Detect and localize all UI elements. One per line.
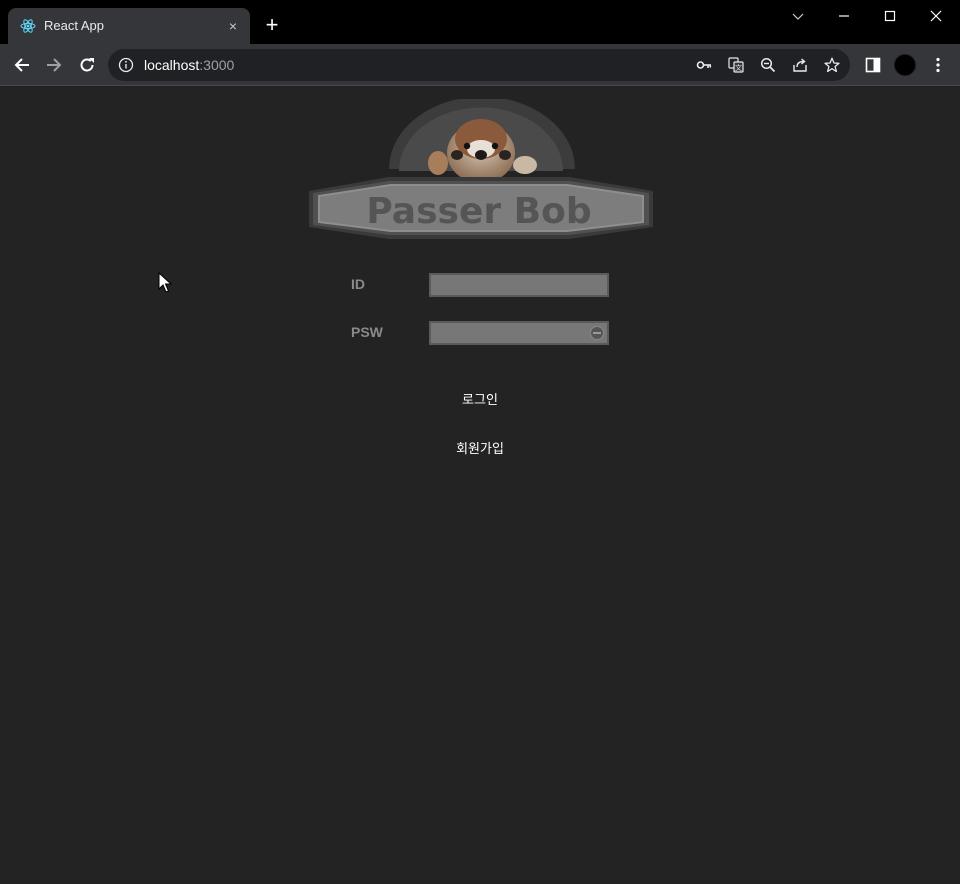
url-text[interactable]: localhost:3000 (144, 57, 234, 73)
login-button-label: 로그인 (462, 393, 498, 408)
browser-toolbar: localhost:3000 文 (0, 44, 960, 86)
star-icon[interactable] (824, 57, 840, 73)
browser-window: React App × + localhost:3000 文 Passer Bo… (0, 0, 960, 884)
profile-avatar[interactable] (894, 54, 916, 76)
password-input[interactable] (429, 321, 609, 345)
react-icon (20, 18, 36, 34)
tab-title: React App (44, 18, 104, 33)
share-icon[interactable] (792, 57, 808, 73)
menu-icon[interactable] (926, 53, 950, 77)
side-panel-icon[interactable] (861, 53, 885, 77)
translate-icon[interactable]: 文 (728, 57, 744, 73)
key-icon[interactable] (696, 57, 712, 73)
info-icon[interactable] (118, 57, 134, 78)
minimize-icon[interactable] (821, 0, 867, 32)
tab-search-icon[interactable] (775, 0, 821, 32)
new-tab-button[interactable]: + (260, 14, 284, 38)
close-icon[interactable] (913, 0, 959, 32)
back-icon[interactable] (10, 53, 34, 77)
id-input[interactable] (429, 273, 609, 297)
tab-react-app[interactable]: React App × (8, 8, 250, 44)
passer-bob-logo: Passer Bob (309, 99, 653, 239)
forward-icon[interactable] (42, 53, 66, 77)
page-content: Passer Bob ID PSW 로그인 회원가입 (0, 87, 960, 884)
reload-icon[interactable] (75, 53, 99, 77)
psw-label: PSW (351, 324, 383, 340)
maximize-icon[interactable] (867, 0, 913, 32)
zoom-icon[interactable] (760, 57, 776, 73)
logo-text: Passer Bob (366, 191, 591, 232)
signup-button[interactable]: 회원가입 (0, 438, 960, 457)
mouse-cursor-icon (158, 272, 172, 293)
password-toggle-icon[interactable] (590, 326, 604, 340)
id-label: ID (351, 276, 365, 292)
tab-strip: React App × + (0, 0, 960, 44)
close-tab-icon[interactable]: × (224, 17, 242, 35)
svg-text:文: 文 (735, 63, 742, 72)
address-bar[interactable]: localhost:3000 文 (108, 49, 850, 81)
url-port: :3000 (199, 57, 235, 73)
login-button[interactable]: 로그인 (0, 389, 960, 408)
url-host: localhost (144, 57, 200, 73)
signup-button-label: 회원가입 (456, 442, 504, 457)
